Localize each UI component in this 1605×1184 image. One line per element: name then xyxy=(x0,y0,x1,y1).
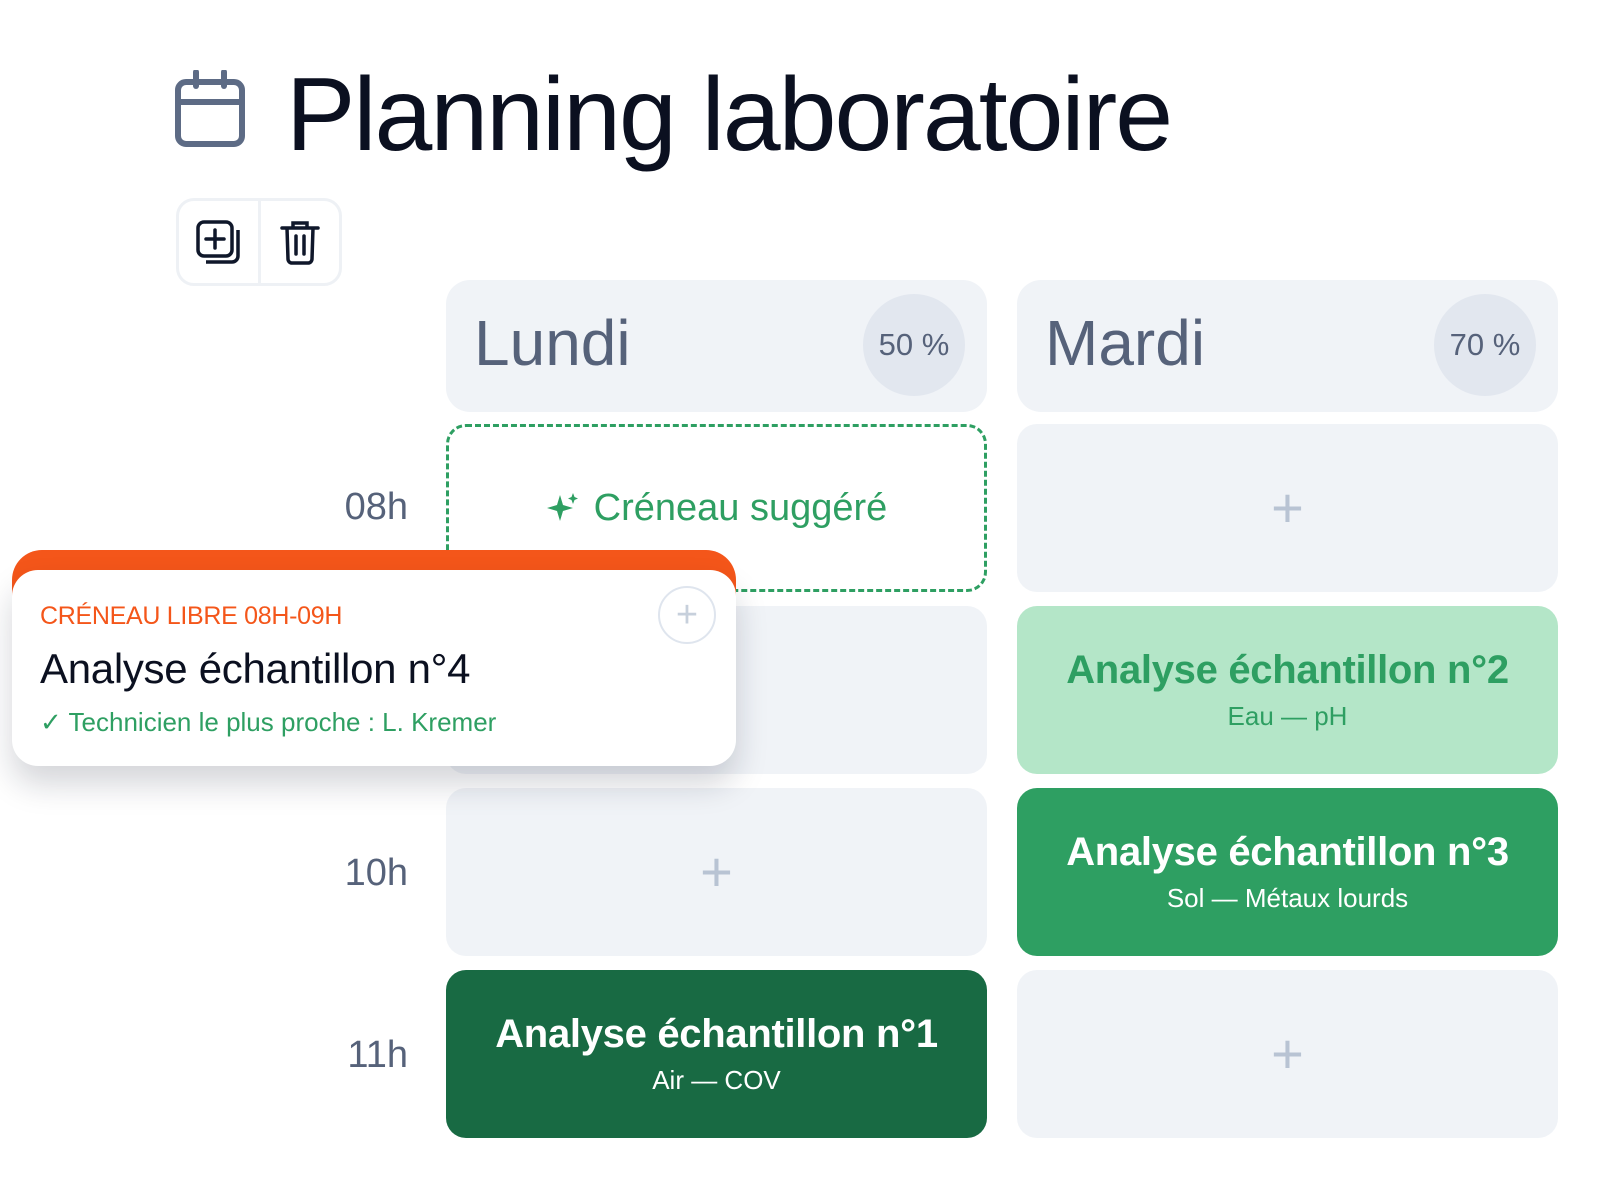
event-subtitle: Sol — Métaux lourds xyxy=(1166,883,1409,913)
hour-label-08h: 08h xyxy=(344,486,408,528)
popup-title: Analyse échantillon n°4 xyxy=(40,645,471,692)
empty-slot[interactable]: + xyxy=(1017,970,1558,1138)
trash-icon xyxy=(280,221,320,265)
day-header-mardi: Mardi 70 % xyxy=(1017,280,1558,412)
day-load-badge: 70 % xyxy=(1434,294,1536,396)
event-card[interactable]: Analyse échantillon n°3 Sol — Métaux lou… xyxy=(1017,788,1558,956)
empty-slot[interactable]: + xyxy=(1017,424,1558,592)
sparkle-icon xyxy=(546,493,578,521)
add-copy-icon xyxy=(196,220,240,264)
hour-label-10h: 10h xyxy=(344,852,408,894)
calendar-icon xyxy=(175,70,245,147)
popup-add-button[interactable]: + xyxy=(658,586,716,644)
suggested-slot-label: Créneau suggéré xyxy=(593,486,888,529)
add-slot-icon: + xyxy=(1271,1022,1304,1085)
event-card[interactable]: Analyse échantillon n°2 Eau — pH xyxy=(1017,606,1558,774)
hour-label-11h: 11h xyxy=(347,1034,408,1076)
day-name: Lundi xyxy=(474,307,631,379)
popup-eyebrow: CRÉNEAU LIBRE 08H-09H xyxy=(40,602,343,630)
day-name: Mardi xyxy=(1045,307,1206,379)
plus-icon: + xyxy=(675,593,699,636)
event-subtitle: Air — COV xyxy=(652,1065,781,1095)
popup-technician-note: ✓ Technicien le plus proche : L. Kremer xyxy=(40,707,497,737)
page-title: Planning laboratoire xyxy=(286,57,1173,173)
empty-slot[interactable]: + xyxy=(446,788,987,956)
day-header-lundi: Lundi 50 % xyxy=(446,280,987,412)
event-subtitle: Eau — pH xyxy=(1227,701,1348,731)
add-slot-icon: + xyxy=(700,840,733,903)
delete-button[interactable] xyxy=(257,201,340,283)
event-title: Analyse échantillon n°3 xyxy=(1066,830,1509,874)
add-copy-button[interactable] xyxy=(179,201,258,283)
toolbar xyxy=(176,198,342,286)
event-title: Analyse échantillon n°1 xyxy=(495,1012,938,1056)
add-slot-icon: + xyxy=(1271,476,1304,539)
event-card[interactable]: Analyse échantillon n°1 Air — COV xyxy=(446,970,987,1138)
day-load-badge: 50 % xyxy=(863,294,965,396)
slot-popup-card[interactable]: CRÉNEAU LIBRE 08H-09H Analyse échantillo… xyxy=(12,570,736,766)
event-title: Analyse échantillon n°2 xyxy=(1066,648,1509,692)
